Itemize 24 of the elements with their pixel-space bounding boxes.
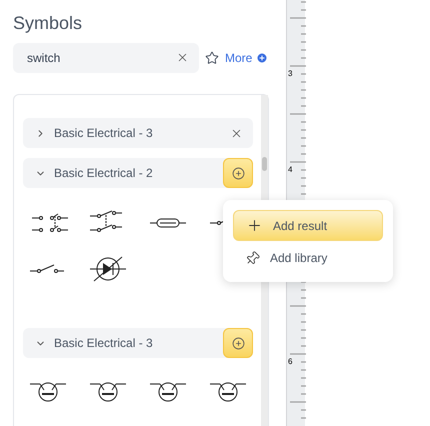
panel-title: Symbols	[13, 12, 84, 34]
ruler-label: 6	[288, 358, 292, 366]
group-name: Basic Electrical - 2	[54, 165, 154, 182]
scrollbar-thumb[interactable]	[262, 157, 267, 171]
add-icon	[232, 336, 244, 350]
symbol-icon[interactable]	[88, 254, 128, 284]
group-header[interactable]: Basic Electrical - 3	[23, 118, 253, 148]
add-button[interactable]	[223, 328, 253, 358]
menu-item[interactable]: Add library	[233, 244, 383, 272]
add-icon	[232, 166, 244, 180]
add-button[interactable]	[223, 158, 253, 188]
menu-item[interactable]: Add result	[233, 210, 383, 241]
ruler-label: 4	[288, 166, 292, 174]
group-name: Basic Electrical - 3	[54, 335, 154, 352]
star-icon[interactable]	[205, 51, 219, 65]
ruler-label: 3	[288, 70, 292, 78]
search-field[interactable]: switch	[13, 43, 199, 73]
group-name: Basic Electrical - 3	[54, 125, 154, 142]
group-header[interactable]: Basic Electrical - 3	[23, 328, 253, 358]
group-header[interactable]: Basic Electrical - 2	[23, 158, 253, 188]
more-link[interactable]: More	[225, 49, 252, 67]
add-icon[interactable]	[256, 52, 268, 64]
plus-icon	[246, 217, 263, 234]
clear-icon[interactable]	[176, 51, 189, 64]
